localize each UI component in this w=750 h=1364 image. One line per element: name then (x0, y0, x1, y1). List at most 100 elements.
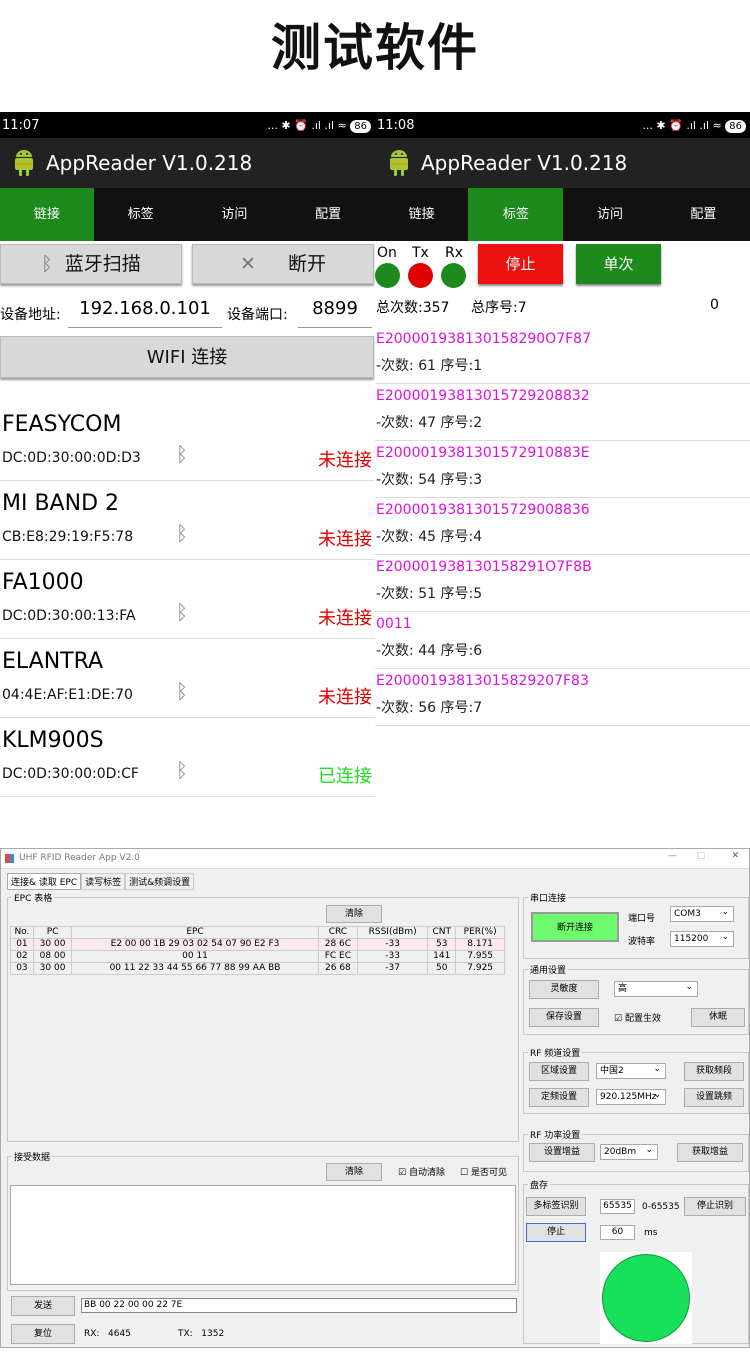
minimize-icon[interactable]: — (668, 851, 677, 861)
gain-select[interactable]: 20dBm (600, 1143, 658, 1160)
inventory-group: 盘存 多标签识别 65535 0-65535 停止识别 停止 60 ms (523, 1178, 749, 1344)
disconnect-button[interactable]: ✕ 断开 (192, 244, 374, 284)
tag-record[interactable]: E20000193813015829207F83 -次数: 56 序号:7 (375, 669, 750, 726)
table-row[interactable]: 01 30 00 E2 00 00 1B 29 03 02 54 07 90 E2 … (10, 938, 505, 951)
device-item[interactable]: FA1000 DC:0D:30:00:13:FA ᛒ 未连接 (0, 560, 375, 639)
device-name: MI BAND 2 (2, 491, 119, 516)
addr-input[interactable]: 192.168.0.101 (68, 298, 222, 328)
addr-label: 设备地址: (0, 307, 61, 323)
set-hop-button[interactable]: 设置跳频 (684, 1088, 744, 1107)
get-gain-button[interactable]: 获取增益 (677, 1143, 743, 1162)
tab-rw[interactable]: 读写标签 (81, 873, 126, 890)
rf-power-group-label: RF 功率设置 (528, 1128, 583, 1141)
rf-power-group: RF 功率设置 设置增益 20dBm 获取增益 (523, 1128, 749, 1172)
tab-link[interactable]: 链接 (0, 188, 94, 241)
inventory-group-label: 盘存 (528, 1178, 551, 1191)
tab-tags[interactable]: 标签 (468, 188, 564, 241)
tab-tags[interactable]: 标签 (94, 188, 188, 241)
get-hop-button[interactable]: 获取频段 (684, 1062, 744, 1081)
sleep-button[interactable]: 休眠 (691, 1008, 745, 1027)
set-gain-button[interactable]: 设置增益 (529, 1143, 595, 1162)
table-row[interactable]: 03 30 00 00 11 22 33 44 55 66 77 88 99 AA … (10, 962, 505, 975)
baud-label: 波特率 (628, 937, 656, 947)
tab-test[interactable]: 测试&频调设置 (125, 873, 195, 890)
reset-button[interactable]: 复位 (11, 1324, 75, 1344)
tag-record[interactable]: E20000193813015729208832 -次数: 47 序号:2 (375, 384, 750, 441)
table-cell: 00 11 (71, 950, 319, 963)
device-name: KLM900S (2, 728, 104, 753)
freq-select[interactable]: 920.125MHz (596, 1088, 666, 1105)
range-label: 0-65535 (642, 1202, 680, 1212)
port-input[interactable]: 8899 (298, 298, 372, 328)
app-title: AppReader V1.0.218 (421, 151, 628, 175)
epc-clear-button[interactable]: 清除 (326, 905, 382, 923)
tab-access[interactable]: 访问 (563, 188, 656, 241)
send-input[interactable]: BB 00 22 00 00 22 7E (81, 1298, 517, 1313)
tag-record[interactable]: 0011 -次数: 44 序号:6 (375, 612, 750, 669)
tag-count: -次数: 44 序号:6 (376, 643, 483, 659)
epc-group: EPC 表格 清除 No. PC EPC CRC RSSI(dBm) CNT PER(%) … (7, 891, 519, 1142)
total-count: 总次数:357 (376, 300, 450, 316)
sensitivity-button[interactable]: 灵敏度 (529, 980, 599, 999)
stop-button[interactable]: 停止 (478, 244, 563, 284)
tab-link[interactable]: 链接 (375, 188, 468, 241)
close-icon[interactable]: ✕ (731, 851, 739, 861)
tab-config[interactable]: 配置 (281, 188, 375, 241)
baud-select[interactable]: 115200 (670, 930, 734, 947)
window-title: UHF RFID Reader App V2.0 (19, 853, 140, 863)
auto-clear-checkbox[interactable]: ☑ 自动清除 (398, 1165, 445, 1178)
device-item[interactable]: MI BAND 2 CB:E8:29:19:F5:78 ᛒ 未连接 (0, 481, 375, 560)
region-button[interactable]: 区域设置 (529, 1062, 589, 1081)
rx-label: Rx (445, 245, 464, 261)
device-status: 已连接 (318, 766, 372, 787)
multi-count-input[interactable]: 65535 (600, 1199, 635, 1214)
send-button[interactable]: 发送 (11, 1296, 75, 1316)
device-item[interactable]: KLM900S DC:0D:30:00:0D:CF ᛒ 已连接 (0, 718, 375, 797)
wifi-connect-button[interactable]: WIFI 连接 (0, 336, 374, 378)
sensitivity-select[interactable]: 高 (614, 980, 698, 997)
recv-group-label: 接受数据 (12, 1150, 53, 1163)
tag-record[interactable]: E200001938130158290O7F87 -次数: 61 序号:1 (375, 327, 750, 384)
config-effect-checkbox[interactable]: ☑ 配置生效 (614, 1011, 661, 1024)
table-cell: -33 (356, 938, 429, 951)
tag-record[interactable]: E20000193813015729008836 -次数: 45 序号:4 (375, 498, 750, 555)
bluetooth-icon: ᛒ (176, 521, 188, 545)
bt-scan-button[interactable]: ᛒ 蓝牙扫描 (0, 244, 182, 284)
device-item[interactable]: FEASYCOM DC:0D:30:00:0D:D3 ᛒ 未连接 (0, 402, 375, 481)
port-select[interactable]: COM3 (670, 905, 734, 922)
ms-label: ms (644, 1228, 658, 1238)
save-settings-button[interactable]: 保存设置 (529, 1008, 599, 1027)
tab-access[interactable]: 访问 (188, 188, 282, 241)
table-cell: 7.925 (455, 962, 505, 975)
maximize-icon[interactable]: □ (696, 851, 705, 861)
stop-identify-button[interactable]: 停止识别 (684, 1197, 746, 1216)
device-item[interactable]: ELANTRA 04:4E:AF:E1:DE:70 ᛒ 未连接 (0, 639, 375, 718)
table-cell: 30 00 (32, 938, 73, 951)
tag-count: -次数: 47 序号:2 (376, 415, 483, 431)
tab-connect[interactable]: 连接& 读取 EPC (7, 873, 82, 890)
recv-clear-button[interactable]: 清除 (326, 1163, 382, 1181)
status-icons: ... ✱ ⏰ .ıl .ıl ≈ 86 (642, 112, 746, 140)
table-cell: 141 (427, 950, 457, 963)
device-mac: 04:4E:AF:E1:DE:70 (2, 687, 133, 703)
single-button[interactable]: 单次 (576, 244, 661, 284)
recv-textarea[interactable] (10, 1185, 516, 1285)
bluetooth-icon: ᛒ (41, 253, 53, 275)
region-select[interactable]: 中国2 (596, 1062, 666, 1079)
status-time: 11:08 (377, 118, 415, 133)
tab-config[interactable]: 配置 (657, 188, 750, 241)
visible-checkbox[interactable]: ☐ 是否可见 (460, 1165, 507, 1178)
port-label: 端口号 (628, 914, 656, 924)
multi-tag-button[interactable]: 多标签识别 (526, 1197, 586, 1216)
tag-record[interactable]: E2000019381301572910883E -次数: 54 序号:3 (375, 441, 750, 498)
serial-disconnect-button[interactable]: 断开连接 (531, 912, 619, 942)
tag-record[interactable]: E200001938130158291O7F8B -次数: 51 序号:5 (375, 555, 750, 612)
table-row[interactable]: 02 08 00 00 11 FC EC -33 141 7.955 (10, 950, 505, 963)
tag-epc: E2000019381301572910883E (376, 445, 590, 461)
status-light (602, 1254, 690, 1342)
ms-input[interactable]: 60 (600, 1225, 635, 1240)
table-cell: 50 (427, 962, 457, 975)
fixed-freq-button[interactable]: 定频设置 (529, 1088, 589, 1107)
status-time: 11:07 (2, 118, 40, 133)
stop-button[interactable]: 停止 (526, 1223, 586, 1242)
